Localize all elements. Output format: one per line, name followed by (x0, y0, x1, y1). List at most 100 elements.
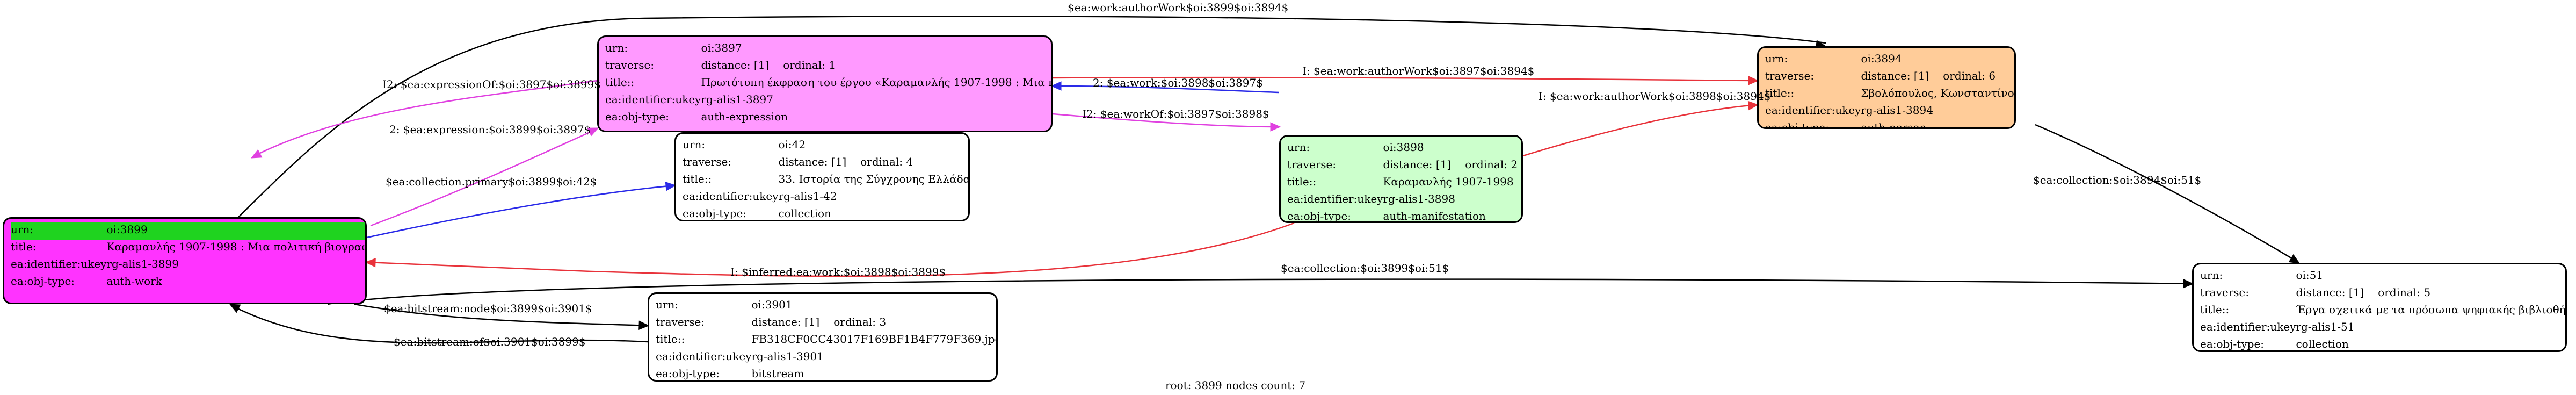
row-key: ea:obj-type: (605, 110, 670, 123)
row-key: ea:identifier:ukey (1287, 192, 1383, 205)
row-value: oi:3894 (1861, 52, 1902, 65)
row-key: ea:obj-type: (1765, 121, 1830, 129)
node-row-traverse: traverse: distance: [1] ordinal: 4 (683, 155, 968, 172)
node-row-ukey: ea:identifier:ukey rg-alis1-51 (2200, 320, 2565, 337)
traverse-ordinal: ordinal: 1 (783, 59, 836, 71)
node-row-ukey: ea:identifier:ukey rg-alis1-3898 (1287, 192, 1518, 209)
row-value: auth-manifestation (1383, 210, 1486, 222)
traverse-distance: distance: [1] (701, 59, 770, 71)
row-key: urn: (1287, 141, 1310, 154)
row-key: ea:identifier:ukey (2200, 320, 2296, 333)
traverse-distance: distance: [1] (751, 315, 820, 328)
row-value: distance: [1] ordinal: 4 (778, 155, 968, 172)
node-row-title: title:: Έργα σχετικά με τα πρόσωπα ψηφια… (2200, 303, 2567, 320)
node-oi-3901[interactable]: urn: oi:3901 traverse: distance: [1] ordi… (648, 292, 998, 382)
traverse-ordinal: ordinal: 5 (2378, 286, 2431, 299)
row-key: title:: (683, 173, 712, 185)
node-oi-3898[interactable]: urn: oi:3898 traverse: distance: [1] ordi… (1279, 135, 1523, 223)
node-row-traverse: traverse: distance: [1] ordinal: 6 (1765, 69, 2014, 86)
row-key: title:: (1765, 87, 1795, 99)
row-value: rg-alis1-3894 (1861, 104, 1933, 117)
row-value: Σβολόπουλος, Κωνσταντίνος (1861, 87, 2016, 99)
row-value: Καραμανλής 1907-1998 : Μια πολιτική βιογ… (106, 240, 367, 253)
edge-label-expression-of-3897-3899: I2: $ea:expressionOf:$oi:3897$oi:3899$ (382, 78, 601, 91)
row-value: rg-alis1-51 (2296, 320, 2355, 333)
node-oi-3894[interactable]: urn: oi:3894 traverse: distance: [1] ordi… (1757, 46, 2016, 129)
row-key: urn: (656, 298, 679, 311)
node-row-ukey: ea:identifier:ukey rg-alis1-3894 (1765, 103, 2014, 120)
row-value: Καραμανλής 1907-1998 (1383, 175, 1514, 188)
row-value: bitstream (751, 367, 804, 380)
node-row-title: title:: Σβολόπουλος, Κωνσταντίνος (1765, 86, 2016, 103)
row-value: auth-work (106, 275, 162, 288)
row-key: ea:obj-type: (2200, 337, 2265, 350)
edge-arrowhead-e13 (229, 304, 241, 313)
node-row-traverse: traverse: distance: [1] ordinal: 2 (1287, 157, 1518, 175)
row-key: ea:identifier:ukey (1765, 104, 1861, 117)
node-row-urn: urn: oi:3894 (1765, 52, 2014, 69)
node-oi-3899[interactable]: urn: oi:3899 title: Καραμανλής 1907-1998… (3, 217, 367, 304)
traverse-ordinal: ordinal: 3 (833, 315, 887, 328)
row-value: rg-alis1-42 (778, 190, 837, 203)
edge-arrowhead-e5 (1050, 81, 1062, 91)
node-row-obj-type: ea:obj-type: collection (683, 206, 968, 220)
row-key: traverse: (656, 315, 705, 328)
row-key: title:: (605, 76, 635, 89)
edge-arrowhead-e10 (2288, 254, 2301, 264)
row-value: oi:3897 (701, 41, 742, 54)
edge-label-expression-3899-3897: 2: $ea:expression:$oi:3899$oi:3897$ (389, 123, 591, 136)
row-value: rg-alis1-3899 (106, 257, 179, 270)
row-value: distance: [1] ordinal: 6 (1861, 69, 2014, 86)
row-key: traverse: (1765, 69, 1815, 82)
row-key: title:: (656, 333, 685, 346)
row-key: ea:obj-type: (1287, 210, 1352, 222)
traverse-ordinal: ordinal: 4 (860, 155, 913, 168)
row-key: title:: (1287, 175, 1317, 188)
node-row-urn: urn: oi:51 (2200, 268, 2565, 285)
node-row-urn: urn: oi:3901 (656, 298, 996, 315)
node-row-obj-type: ea:obj-type: auth-work (11, 274, 365, 291)
edge-line-e8 (366, 184, 675, 239)
graph-footer: root: 3899 nodes count: 7 (1165, 379, 1306, 392)
edge-arrowhead-e6 (1270, 122, 1281, 132)
traverse-ordinal: ordinal: 6 (1943, 69, 1996, 82)
edge-arrowhead-e2 (250, 149, 263, 159)
node-row-ukey: ea:identifier:ukey rg-alis1-3897 (605, 92, 1051, 110)
row-value: collection (778, 207, 831, 220)
row-value: 33. Ιστορία της Σύγχρονης Ελλάδας (778, 173, 970, 185)
row-key: traverse: (1287, 158, 1337, 171)
edge-line-e7 (1522, 104, 1758, 157)
row-value: auth-expression (701, 110, 788, 123)
node-row-title: title:: Καραμανλής 1907-1998 (1287, 175, 1518, 192)
node-oi-51[interactable]: urn: oi:51 traverse: distance: [1] ordina… (2192, 263, 2567, 352)
row-value: FB318CF0CC43017F169BF1B4F779F369.jpg (751, 333, 998, 346)
row-key: title: (11, 240, 37, 253)
row-value: collection (2296, 337, 2349, 350)
node-row-title: title:: FB318CF0CC43017F169BF1B4F779F369… (656, 332, 998, 349)
row-value: distance: [1] ordinal: 3 (751, 315, 996, 332)
row-key: urn: (1765, 52, 1788, 65)
row-key: traverse: (605, 59, 655, 71)
row-key: ea:identifier:ukey (605, 93, 701, 106)
row-value: Έργα σχετικά με τα πρόσωπα ψηφιακής βιβλ… (2296, 303, 2567, 316)
node-oi-42[interactable]: urn: oi:42 traverse: distance: [1] ordina… (674, 132, 970, 221)
edge-label-collection-3894-51: $ea:collection:$oi:3894$oi:51$ (2033, 174, 2202, 186)
row-key: urn: (11, 223, 34, 236)
node-row-obj-type: ea:obj-type: auth-expression (605, 110, 1051, 127)
node-row-obj-type: ea:obj-type: auth-person (1765, 120, 2014, 129)
row-key: ea:obj-type: (683, 207, 747, 220)
node-row-obj-type: ea:obj-type: bitstream (656, 367, 996, 380)
node-row-ukey: ea:identifier:ukey rg-alis1-42 (683, 189, 968, 206)
row-value: oi:3899 (106, 223, 148, 236)
row-key: urn: (683, 138, 706, 151)
edge-label-author-work-3897-3894: I: $ea:work:authorWork$oi:3897$oi:3894$ (1302, 64, 1535, 77)
edge-line-e2 (252, 80, 598, 158)
edge-label-bitstream-of-3901-3899: $ea:bitstream:of$oi:3901$oi:3899$ (394, 335, 586, 348)
node-oi-3897[interactable]: urn: oi:3897 traverse: distance: [1] ordi… (597, 35, 1053, 132)
row-key: traverse: (2200, 286, 2250, 299)
node-row-ukey: ea:identifier:ukey rg-alis1-3899 (11, 257, 365, 274)
edge-arrowhead-e9 (365, 257, 376, 268)
row-key: ea:obj-type: (11, 275, 75, 288)
node-row-traverse: traverse: distance: [1] ordinal: 1 (605, 58, 1051, 75)
node-row-title: title: Καραμανλής 1907-1998 : Μια πολιτι… (11, 240, 367, 257)
